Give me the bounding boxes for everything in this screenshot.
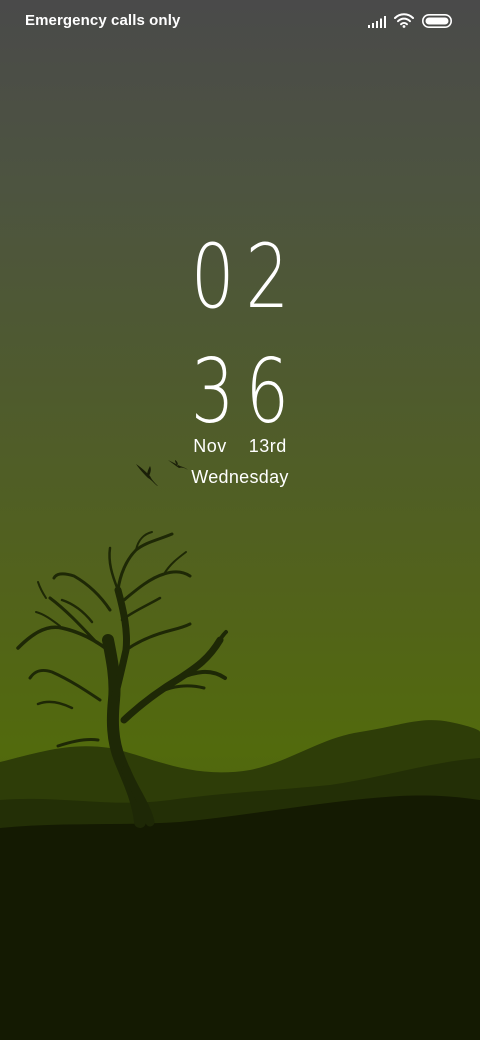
date-day: 13rd xyxy=(248,436,287,456)
wallpaper-landscape xyxy=(0,460,480,1040)
status-bar: Emergency calls only xyxy=(0,0,480,44)
clock-minutes: 36 xyxy=(0,348,480,436)
date-line: Nov 13rd xyxy=(0,436,480,457)
signal-icon xyxy=(368,13,386,32)
clock-minutes-text: 36 xyxy=(190,340,301,443)
clock-hours-text: 02 xyxy=(190,225,301,328)
lock-screen: Emergency calls only 02 36 Nov 13rd Wedn… xyxy=(0,0,480,1040)
battery-icon xyxy=(422,13,452,32)
ground xyxy=(0,795,480,1040)
wifi-icon xyxy=(394,12,414,32)
date-weekday: Wednesday xyxy=(191,467,289,487)
status-icons xyxy=(368,12,452,32)
carrier-status-text: Emergency calls only xyxy=(25,12,181,29)
clock-hours: 02 xyxy=(0,233,480,321)
date-month: Nov xyxy=(193,436,227,456)
